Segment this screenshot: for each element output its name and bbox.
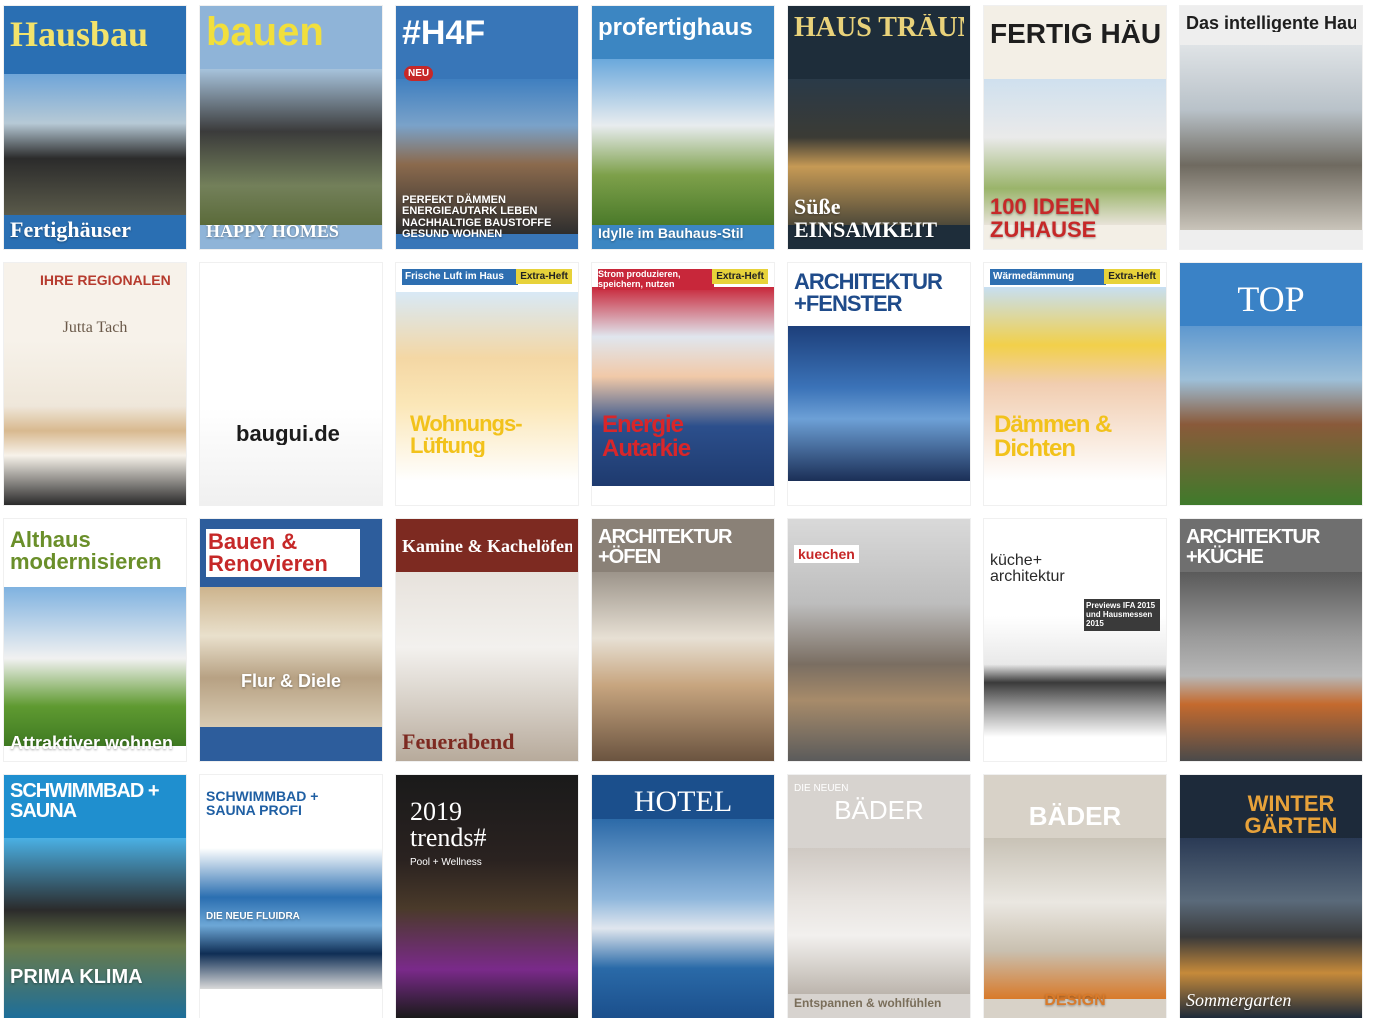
cover-photo <box>984 838 1166 999</box>
magazine-cover-wintergaerten[interactable]: WINTER GÄRTEN Sommergarten <box>1180 775 1362 1018</box>
cover-title: ARCHITEKTUR +ÖFEN <box>598 527 732 567</box>
magazine-cover-kamine[interactable]: Kamine & Kachelöfen Feuerabend <box>396 519 578 761</box>
cover-title: BÄDER <box>1028 803 1122 829</box>
cover-title: Hausbau <box>10 16 149 52</box>
cover-title: SCHWIMMBAD + SAUNA <box>10 781 160 821</box>
magazine-cover-schwimmbad-sauna-profi[interactable]: SCHWIMMBAD + SAUNA PROFI DIE NEUE FLUIDR… <box>200 775 382 1018</box>
cover-footer: Fertighäuser <box>10 216 131 242</box>
cover-photo <box>984 615 1166 737</box>
cover-photo <box>1180 44 1362 230</box>
cover-title: Das intelligente Haus <box>1186 14 1356 32</box>
magazine-cover-grid: Hausbau Fertighäuser bauen HAPPY HOMES #… <box>4 6 1366 1018</box>
magazine-cover-schwimmbad-sauna[interactable]: SCHWIMMBAD + SAUNA PRIMA KLIMA <box>4 775 186 1018</box>
cover-photo <box>200 69 382 225</box>
magazine-cover-regionalen[interactable]: IHRE REGIONALEN Jutta Tach <box>4 263 186 505</box>
cover-title: profertighaus <box>598 16 753 40</box>
cover-subtitle: Pool + Wellness <box>410 857 482 868</box>
cover-footer: DESIGN <box>1044 992 1106 1010</box>
cover-footer: Feuerabend <box>402 728 515 754</box>
cover-title: HOTEL <box>633 787 733 817</box>
cover-title: Althaus modernisieren <box>10 529 162 573</box>
cover-photo <box>4 340 186 505</box>
cover-photo <box>1180 325 1362 505</box>
magazine-cover-profertighaus[interactable]: profertighaus Idylle im Bauhaus-Stil <box>592 6 774 249</box>
cover-title: Wohnungs- Lüftung <box>410 413 523 457</box>
cover-title: baugui.de <box>236 423 340 445</box>
magazine-cover-hotel[interactable]: HOTEL <box>592 775 774 1018</box>
cover-photo <box>788 325 970 481</box>
cover-title: HAUS TRÄUME <box>794 14 964 42</box>
cover-footer: Sommergarten <box>1186 990 1292 1011</box>
cover-photo <box>200 263 382 505</box>
magazine-cover-wohnungslueftung[interactable]: Frische Luft im Haus Extra-Heft Wohnungs… <box>396 263 578 505</box>
cover-photo <box>592 59 774 225</box>
cover-title: WINTER GÄRTEN <box>1244 793 1338 837</box>
extra-heft-badge: Extra-Heft <box>516 269 572 284</box>
cover-title: #H4F <box>402 16 486 50</box>
magazine-cover-architektur-kueche[interactable]: ARCHITEKTUR +KÜCHE <box>1180 519 1362 761</box>
magazine-cover-haustraeume[interactable]: HAUS TRÄUME Süße EINSAMKEIT <box>788 6 970 249</box>
extra-heft-badge: Extra-Heft <box>1104 269 1160 284</box>
cover-footer: Flur & Diele <box>240 671 342 692</box>
cover-footer: PERFEKT DÄMMEN ENERGIEAUTARK LEBEN NACHH… <box>402 193 552 241</box>
cover-title: IHRE REGIONALEN <box>40 273 171 287</box>
magazine-cover-kuechen[interactable]: kuechen <box>788 519 970 761</box>
magazine-cover-die-neuen-baeder[interactable]: DIE NEUEN BÄDER Entspannen & wohlfühlen <box>788 775 970 1018</box>
magazine-cover-fertighaeuser[interactable]: FERTIG HÄUSER 100 IDEEN ZUHAUSE <box>984 6 1166 249</box>
cover-title: BÄDER <box>834 797 924 823</box>
magazine-cover-baeder[interactable]: BÄDER DESIGN <box>984 775 1166 1018</box>
cover-subtitle: DIE NEUEN <box>794 783 849 794</box>
cover-title: 2019 trends# <box>410 799 487 851</box>
cover-footer: Idylle im Bauhaus-Stil <box>598 225 744 242</box>
cover-title: ARCHITEKTUR +FENSTER <box>794 271 943 315</box>
cover-photo <box>4 74 186 215</box>
cover-title: TOP <box>1237 281 1305 317</box>
magazine-cover-bauen-renovieren[interactable]: Bauen & Renovieren Flur & Diele <box>200 519 382 761</box>
magazine-cover-top[interactable]: TOP <box>1180 263 1362 505</box>
cover-title: bauen <box>206 12 324 52</box>
cover-photo <box>1180 572 1362 761</box>
extra-heft-badge: Extra-Heft <box>712 269 768 284</box>
magazine-cover-trends-2019[interactable]: 2019 trends# Pool + Wellness <box>396 775 578 1018</box>
cover-photo <box>592 572 774 761</box>
magazine-cover-energieautarkie[interactable]: Strom produzieren, speichern, nutzen Ext… <box>592 263 774 505</box>
cover-title: ARCHITEKTUR +KÜCHE <box>1186 527 1320 567</box>
cover-title: kuechen <box>794 545 859 563</box>
cover-footer: DIE NEUE FLUIDRA <box>206 910 300 922</box>
cover-footer: Entspannen & wohlfühlen <box>794 996 942 1011</box>
cover-photo <box>4 838 186 1018</box>
new-badge: NEU <box>404 66 434 81</box>
cover-title: Dämmen & Dichten <box>994 413 1112 461</box>
magazine-cover-intelligentes-haus[interactable]: Das intelligente Haus <box>1180 6 1362 249</box>
cover-subtitle: Previews IFA 2015 und Hausmessen 2015 <box>1084 599 1160 631</box>
cover-title: Bauen & Renovieren <box>206 529 360 577</box>
cover-title: küche+ architektur <box>990 553 1065 585</box>
cover-title: FERTIG HÄUSER <box>990 20 1160 48</box>
magazine-cover-daemmen-dichten[interactable]: Wärmedämmung Extra-Heft Dämmen & Dichten <box>984 263 1166 505</box>
cover-footer: PRIMA KLIMA <box>10 966 143 988</box>
cover-subtitle: Jutta Tach <box>62 319 128 336</box>
magazine-cover-althaus[interactable]: Althaus modernisieren Attraktiver wohnen <box>4 519 186 761</box>
magazine-cover-architektur-fenster[interactable]: ARCHITEKTUR +FENSTER <box>788 263 970 505</box>
cover-footer: Attraktiver wohnen <box>10 733 174 754</box>
cover-subtitle: Frische Luft im Haus <box>402 269 518 285</box>
magazine-cover-kueche-architektur[interactable]: küche+ architektur Previews IFA 2015 und… <box>984 519 1166 761</box>
cover-footer: 100 IDEEN ZUHAUSE <box>990 193 1101 242</box>
magazine-cover-baugui[interactable]: baugui.de <box>200 263 382 505</box>
magazine-cover-hausbau[interactable]: Hausbau Fertighäuser <box>4 6 186 249</box>
cover-subtitle: Wärmedämmung <box>990 269 1106 285</box>
magazine-cover-bauen[interactable]: bauen HAPPY HOMES <box>200 6 382 249</box>
magazine-cover-architektur-oefen[interactable]: ARCHITEKTUR +ÖFEN <box>592 519 774 761</box>
cover-title: SCHWIMMBAD + SAUNA PROFI <box>206 789 319 817</box>
cover-photo <box>788 847 970 994</box>
magazine-cover-h4f[interactable]: #H4F NEU PERFEKT DÄMMEN ENERGIEAUTARK LE… <box>396 6 578 249</box>
cover-footer: Süße EINSAMKEIT <box>794 193 938 242</box>
cover-photo <box>4 586 186 747</box>
cover-subtitle: Strom produzieren, speichern, nutzen <box>598 269 714 290</box>
cover-footer: HAPPY HOMES <box>206 221 339 242</box>
cover-title: Kamine & Kachelöfen <box>402 537 572 555</box>
cover-title: Energie Autarkie <box>602 413 691 461</box>
cover-photo <box>592 818 774 1018</box>
cover-photo <box>200 586 382 728</box>
